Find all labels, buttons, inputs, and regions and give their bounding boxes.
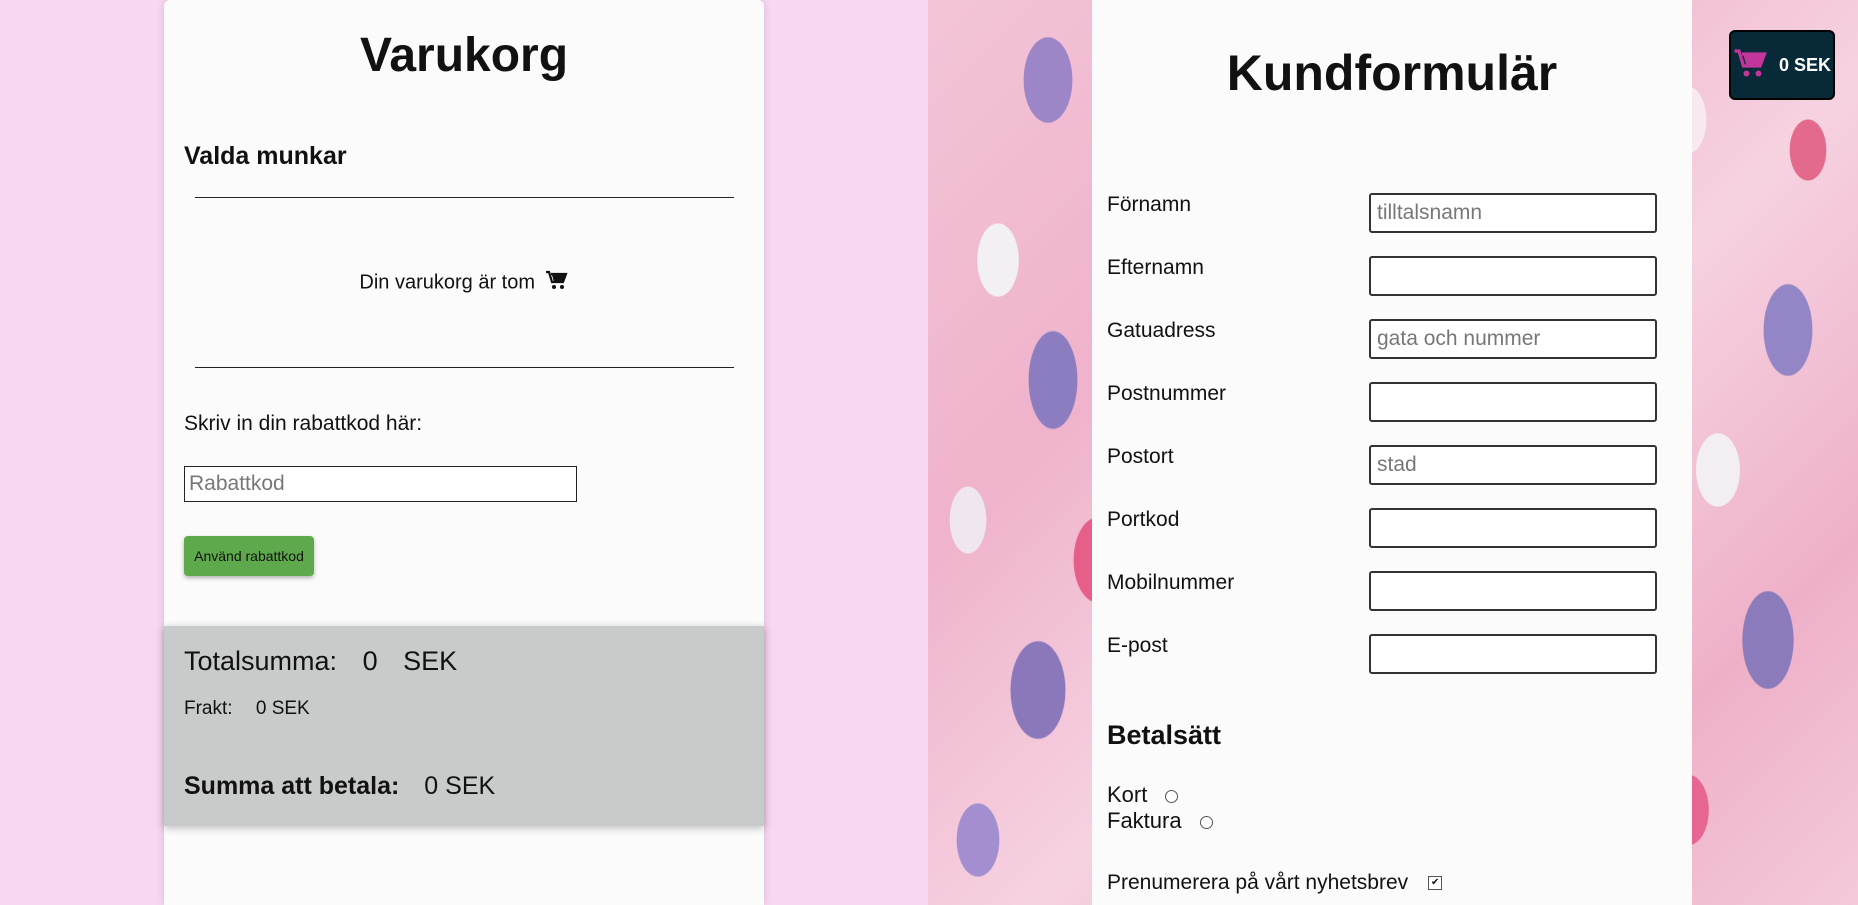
- field-street-address: Gatuadress: [1092, 319, 1692, 359]
- shopping-cart-icon: [1733, 48, 1769, 83]
- customer-form-panel: Kundformulär Förnamn Efternamn Gatuadres…: [1092, 0, 1692, 905]
- payment-option-card[interactable]: Kort: [1107, 782, 1179, 808]
- discount-code-input[interactable]: [184, 466, 577, 502]
- door-code-label: Portkod: [1107, 508, 1180, 531]
- cart-icon: [545, 270, 569, 296]
- cart-title: Varukorg: [359, 29, 569, 82]
- payment-option-card-label: Kort: [1107, 782, 1148, 807]
- amount-to-pay-label: Summa att betala:: [184, 772, 400, 800]
- payment-option-invoice-label: Faktura: [1107, 808, 1182, 833]
- newsletter-label: Prenumerera på vårt nyhetsbrev: [1107, 871, 1409, 894]
- invoice-radio[interactable]: [1199, 815, 1213, 829]
- field-city: Postort: [1092, 445, 1692, 485]
- cart-total-button[interactable]: 0 SEK: [1729, 30, 1835, 100]
- last-name-label: Efternamn: [1107, 256, 1204, 279]
- city-input[interactable]: [1369, 445, 1657, 485]
- newsletter-checkbox[interactable]: ✔: [1428, 876, 1443, 891]
- first-name-input[interactable]: [1369, 193, 1657, 233]
- total-label: Totalsumma:: [184, 646, 338, 676]
- payment-method-heading: Betalsätt: [1107, 720, 1222, 750]
- order-summary: Totalsumma: 0 SEK Frakt: 0 SEK Summa att…: [164, 626, 764, 826]
- customer-form-title: Kundformulär: [1226, 45, 1558, 101]
- city-label: Postort: [1107, 445, 1174, 468]
- street-address-label: Gatuadress: [1107, 319, 1216, 342]
- first-name-label: Förnamn: [1107, 193, 1192, 216]
- empty-cart-message: Din varukorg är tom: [164, 270, 764, 296]
- cart-total-amount: 0 SEK: [1778, 54, 1832, 75]
- last-name-input[interactable]: [1369, 256, 1657, 296]
- email-input[interactable]: [1369, 634, 1657, 674]
- field-door-code: Portkod: [1092, 508, 1692, 548]
- mobile-input[interactable]: [1369, 571, 1657, 611]
- mobile-label: Mobilnummer: [1107, 571, 1235, 594]
- shipping-value: 0 SEK: [255, 698, 310, 719]
- postal-code-input[interactable]: [1369, 382, 1657, 422]
- postal-code-label: Postnummer: [1107, 382, 1227, 405]
- field-last-name: Efternamn: [1092, 256, 1692, 296]
- email-label: E-post: [1107, 634, 1168, 657]
- door-code-input[interactable]: [1369, 508, 1657, 548]
- field-postal-code: Postnummer: [1092, 382, 1692, 422]
- selected-donuts-heading: Valda munkar: [184, 142, 347, 170]
- divider-top: [195, 197, 734, 198]
- street-address-input[interactable]: [1369, 319, 1657, 359]
- field-first-name: Förnamn: [1092, 193, 1692, 233]
- total-value: 0: [362, 646, 378, 676]
- divider-bottom: [195, 367, 734, 368]
- newsletter-row[interactable]: Prenumerera på vårt nyhetsbrev ✔: [1107, 871, 1443, 895]
- card-radio[interactable]: [1165, 789, 1179, 803]
- payment-option-invoice[interactable]: Faktura: [1107, 808, 1213, 834]
- apply-discount-button[interactable]: Använd rabattkod: [184, 536, 314, 576]
- shipping-row: Frakt: 0 SEK: [184, 698, 328, 720]
- amount-to-pay-row: Summa att betala: 0 SEK: [184, 772, 495, 801]
- cart-panel: Varukorg Valda munkar Din varukorg är to…: [164, 0, 764, 905]
- total-row: Totalsumma: 0 SEK: [184, 646, 475, 677]
- amount-to-pay-value: 0 SEK: [424, 772, 496, 800]
- shipping-label: Frakt:: [184, 698, 233, 719]
- empty-cart-text: Din varukorg är tom: [359, 271, 536, 294]
- field-email: E-post: [1092, 634, 1692, 674]
- field-mobile: Mobilnummer: [1092, 571, 1692, 611]
- discount-label: Skriv in din rabattkod här:: [184, 412, 423, 435]
- total-currency: SEK: [403, 646, 458, 676]
